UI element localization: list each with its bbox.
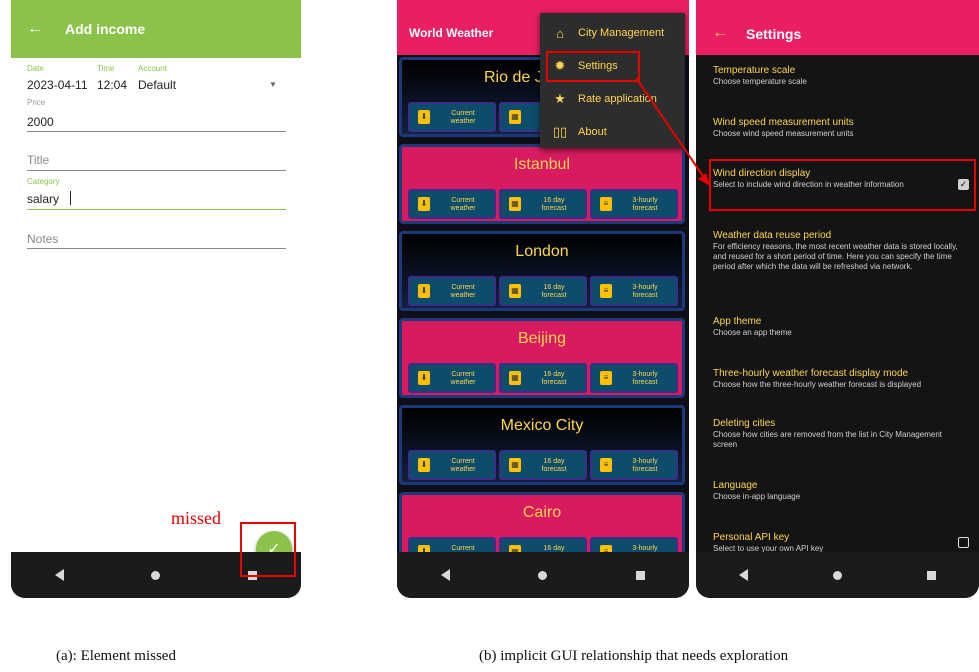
caption-b: (b) implicit GUI relationship that needs… <box>479 648 789 664</box>
caption-a: (a): Element missed <box>56 648 176 664</box>
relationship-arrow <box>635 77 710 186</box>
